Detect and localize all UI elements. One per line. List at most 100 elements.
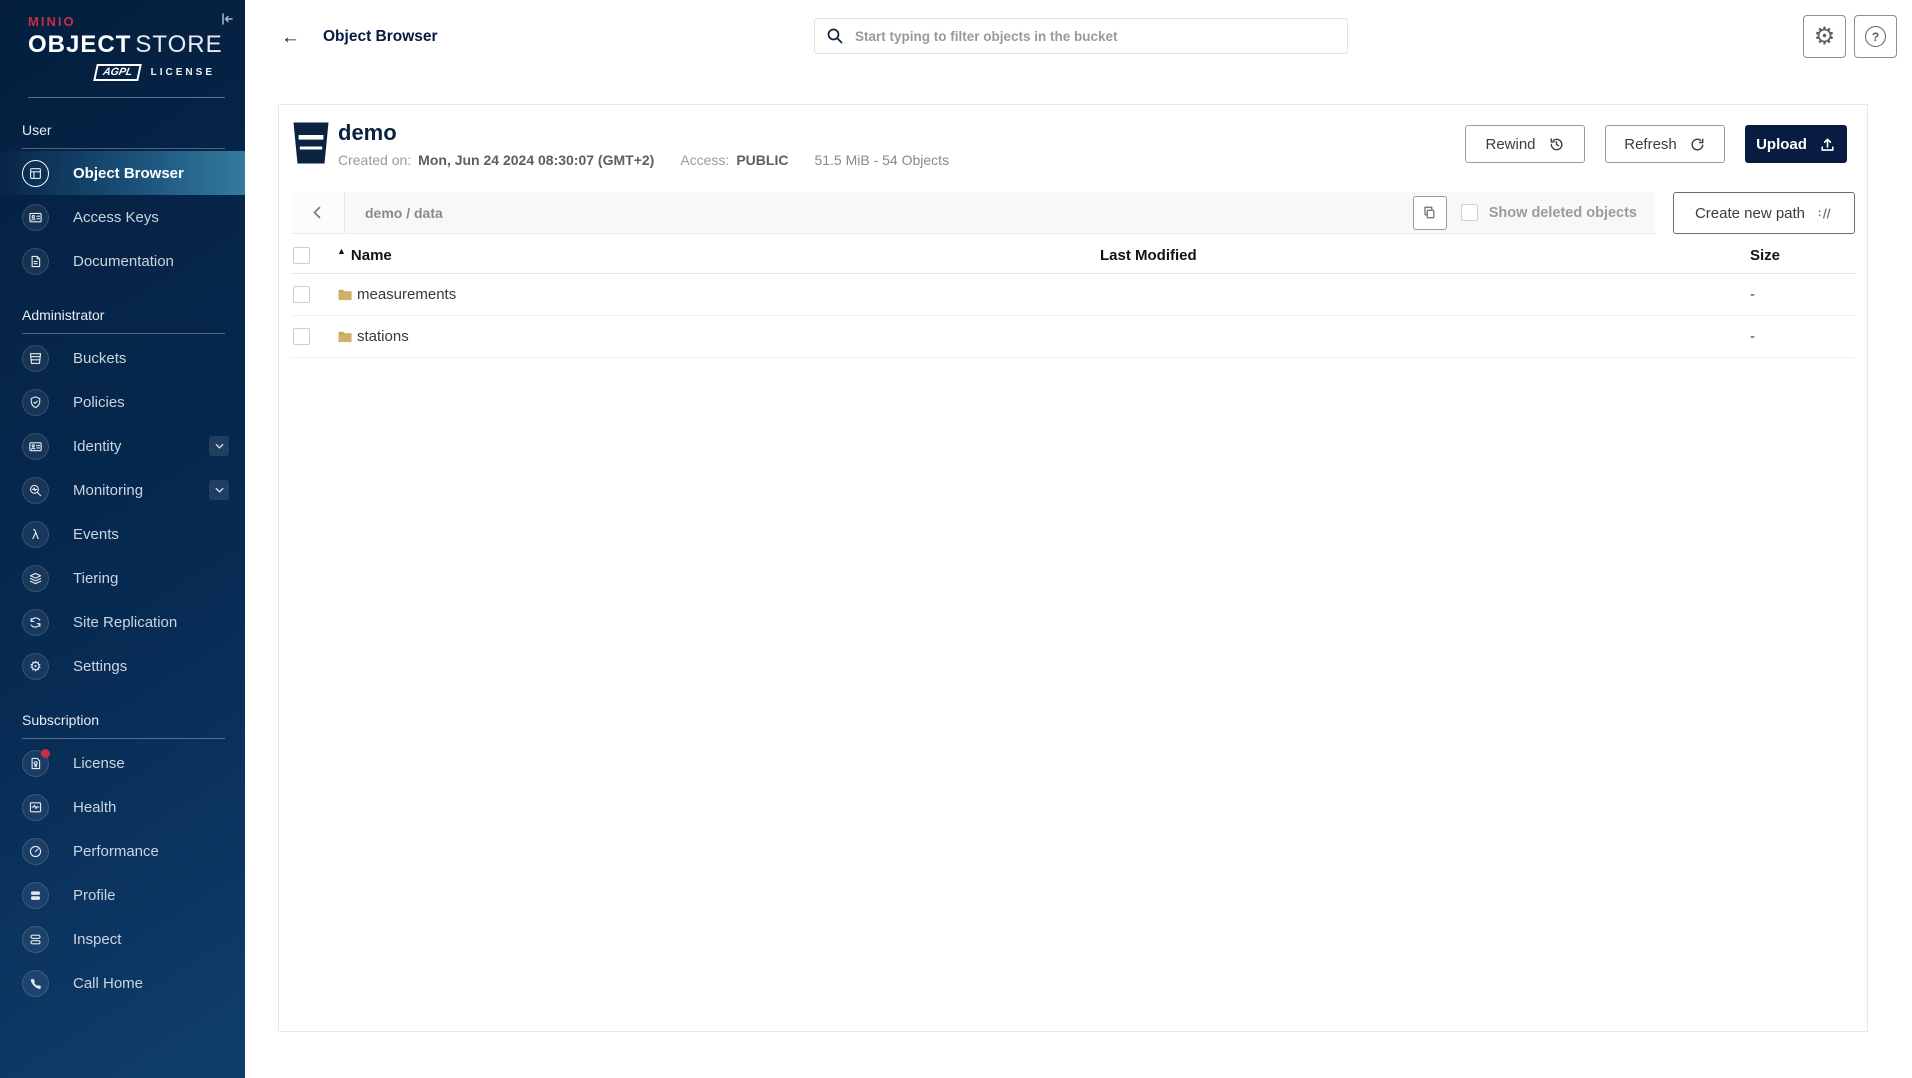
sidebar-item-label: Tiering	[73, 570, 118, 587]
section-divider	[22, 148, 225, 149]
sidebar: MINIO OBJECTSTORE AGPL LICENSE User Obje…	[0, 0, 245, 1078]
logo-divider	[28, 97, 225, 98]
product-name: OBJECTSTORE	[28, 31, 215, 59]
show-deleted-checkbox[interactable]	[1461, 204, 1478, 221]
sidebar-item-performance[interactable]: Performance	[0, 829, 245, 873]
license-alert-badge	[41, 749, 50, 758]
sidebar-section-user: User Object Browser Access Keys Document…	[0, 122, 245, 283]
access-value[interactable]: PUBLIC	[736, 152, 788, 168]
sidebar-item-tiering[interactable]: Tiering	[0, 556, 245, 600]
lambda-glyph: λ	[32, 527, 39, 541]
sidebar-item-label: Object Browser	[73, 165, 184, 182]
sidebar-item-label: Buckets	[73, 350, 126, 367]
bucket-meta: Created on: Mon, Jun 24 2024 08:30:07 (G…	[338, 152, 949, 168]
sidebar-section-administrator: Administrator Buckets Policies Identity	[0, 307, 245, 688]
sidebar-item-label: Settings	[73, 658, 127, 675]
create-path-icon	[1816, 205, 1833, 222]
bucket-info: demo Created on: Mon, Jun 24 2024 08:30:…	[338, 120, 949, 168]
call-home-phone-icon	[22, 970, 49, 997]
section-divider	[22, 333, 225, 334]
show-deleted-label: Show deleted objects	[1489, 205, 1637, 221]
refresh-label: Refresh	[1624, 136, 1677, 153]
sidebar-item-object-browser[interactable]: Object Browser	[0, 151, 245, 195]
main-area: ← Object Browser ⚙ ?	[245, 0, 1912, 1078]
sidebar-item-access-keys[interactable]: Access Keys	[0, 195, 245, 239]
sidebar-item-health[interactable]: Health	[0, 785, 245, 829]
help-button[interactable]: ?	[1854, 15, 1897, 58]
path-back-button[interactable]	[291, 192, 345, 233]
objects-table: ▲ Name Last Modified Size measurements -	[291, 238, 1855, 358]
sidebar-item-identity[interactable]: Identity	[0, 424, 245, 468]
sidebar-item-label: Site Replication	[73, 614, 177, 631]
profile-icon	[22, 882, 49, 909]
identity-icon	[22, 433, 49, 460]
path-toolbar: demo / data Show deleted objects Create …	[291, 192, 1855, 234]
sidebar-item-profile[interactable]: Profile	[0, 873, 245, 917]
copy-icon	[1422, 205, 1437, 220]
rewind-history-icon	[1548, 136, 1565, 153]
page-title: Object Browser	[323, 28, 438, 46]
sidebar-section-subscription: Subscription License Health Perfo	[0, 712, 245, 1005]
sidebar-item-site-replication[interactable]: Site Replication	[0, 600, 245, 644]
bucket-browser-card: demo Created on: Mon, Jun 24 2024 08:30:…	[278, 104, 1868, 1032]
copy-path-button[interactable]	[1413, 196, 1447, 230]
sidebar-item-label: Documentation	[73, 253, 174, 270]
sidebar-item-buckets[interactable]: Buckets	[0, 336, 245, 380]
section-label: Subscription	[0, 712, 245, 728]
sidebar-item-documentation[interactable]: Documentation	[0, 239, 245, 283]
bucket-usage-summary: 51.5 MiB - 54 Objects	[814, 152, 949, 168]
license-row: AGPL LICENSE	[28, 64, 215, 81]
sidebar-item-events[interactable]: λ Events	[0, 512, 245, 556]
create-new-path-button[interactable]: Create new path	[1673, 192, 1855, 234]
sidebar-item-policies[interactable]: Policies	[0, 380, 245, 424]
column-header-name[interactable]: ▲ Name	[337, 247, 1100, 264]
top-bar: ← Object Browser ⚙ ?	[245, 0, 1912, 74]
rewind-button[interactable]: Rewind	[1465, 125, 1585, 163]
sidebar-item-settings[interactable]: ⚙ Settings	[0, 644, 245, 688]
column-header-size[interactable]: Size	[1750, 247, 1855, 264]
column-header-last-modified[interactable]: Last Modified	[1100, 247, 1750, 264]
bucket-header: demo Created on: Mon, Jun 24 2024 08:30:…	[279, 105, 1867, 178]
bucket-name: demo	[338, 120, 949, 146]
settings-button[interactable]: ⚙	[1803, 15, 1846, 58]
sidebar-item-label: Call Home	[73, 975, 143, 992]
upload-button[interactable]: Upload	[1745, 125, 1847, 163]
gear-glyph: ⚙	[29, 659, 42, 673]
row-checkbox[interactable]	[293, 286, 310, 303]
sidebar-item-label: Monitoring	[73, 482, 143, 499]
policies-icon	[22, 389, 49, 416]
bucket-icon	[291, 120, 331, 166]
sidebar-collapse-icon[interactable]	[216, 8, 238, 30]
access-label: Access:	[680, 152, 729, 168]
sidebar-item-call-home[interactable]: Call Home	[0, 961, 245, 1005]
sort-ascending-icon[interactable]: ▲	[337, 246, 346, 256]
breadcrumb[interactable]: demo / data	[365, 205, 1413, 221]
sidebar-item-license[interactable]: License	[0, 741, 245, 785]
table-row[interactable]: stations -	[291, 316, 1855, 358]
object-name[interactable]: measurements	[357, 286, 456, 303]
sidebar-item-monitoring[interactable]: Monitoring	[0, 468, 245, 512]
chevron-down-icon[interactable]	[209, 436, 229, 456]
chevron-down-icon[interactable]	[209, 480, 229, 500]
row-checkbox[interactable]	[293, 328, 310, 345]
sidebar-item-label: Access Keys	[73, 209, 159, 226]
settings-gear-icon: ⚙	[22, 653, 49, 680]
back-arrow-icon[interactable]: ←	[281, 28, 300, 47]
show-deleted-toggle[interactable]: Show deleted objects	[1461, 204, 1637, 221]
select-all-checkbox[interactable]	[293, 247, 310, 264]
agpl-badge: AGPL	[94, 64, 143, 81]
refresh-button[interactable]: Refresh	[1605, 125, 1725, 163]
created-on-label: Created on:	[338, 152, 411, 168]
object-filter-input[interactable]	[814, 18, 1348, 54]
sidebar-item-label: Profile	[73, 887, 116, 904]
object-browser-icon	[22, 160, 49, 187]
table-row[interactable]: measurements -	[291, 274, 1855, 316]
table-header-row: ▲ Name Last Modified Size	[291, 238, 1855, 274]
sidebar-item-label: License	[73, 755, 125, 772]
section-label: User	[0, 122, 245, 138]
sidebar-item-label: Policies	[73, 394, 125, 411]
object-name[interactable]: stations	[357, 328, 409, 345]
sidebar-item-label: Identity	[73, 438, 121, 455]
sidebar-item-inspect[interactable]: Inspect	[0, 917, 245, 961]
help-icon: ?	[1865, 26, 1886, 47]
